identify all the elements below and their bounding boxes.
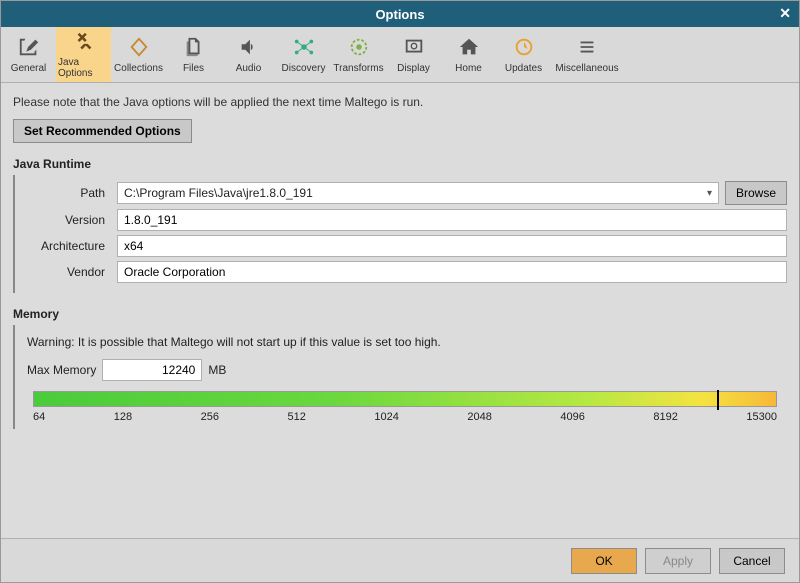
- tab-label: Collections: [114, 63, 163, 74]
- tab-java-options[interactable]: Java Options: [56, 27, 111, 82]
- tick: 256: [201, 411, 219, 423]
- memory-section: Warning: It is possible that Maltego wil…: [13, 325, 787, 429]
- tab-label: Discovery: [282, 63, 326, 74]
- close-icon[interactable]: ✕: [779, 5, 791, 22]
- tab-updates[interactable]: Updates: [496, 27, 551, 82]
- tab-home[interactable]: Home: [441, 27, 496, 82]
- tab-label: Display: [397, 63, 430, 74]
- arch-field[interactable]: [117, 235, 787, 257]
- path-label: Path: [23, 186, 111, 200]
- tick: 64: [33, 411, 45, 423]
- tick: 512: [288, 411, 306, 423]
- window-title: Options: [375, 7, 424, 22]
- tab-transforms[interactable]: Transforms: [331, 27, 386, 82]
- tick: 15300: [746, 411, 777, 423]
- home-icon: [458, 35, 480, 59]
- gear-icon: [348, 35, 370, 59]
- tools-icon: [73, 31, 95, 53]
- tab-files[interactable]: Files: [166, 27, 221, 82]
- runtime-section: Path C:\Program Files\Java\jre1.8.0_191 …: [13, 175, 787, 293]
- tab-label: Audio: [236, 63, 262, 74]
- browse-button[interactable]: Browse: [725, 181, 787, 205]
- max-memory-input[interactable]: [102, 359, 202, 381]
- max-memory-label: Max Memory: [27, 363, 96, 377]
- memory-unit: MB: [208, 363, 226, 377]
- files-icon: [183, 35, 205, 59]
- version-label: Version: [23, 213, 111, 227]
- tab-label: Transforms: [333, 63, 383, 74]
- tick: 128: [114, 411, 132, 423]
- display-icon: [403, 35, 425, 59]
- tick: 2048: [467, 411, 491, 423]
- tab-general[interactable]: General: [1, 27, 56, 82]
- note-text: Please note that the Java options will b…: [13, 95, 787, 109]
- footer: OK Apply Cancel: [1, 538, 799, 582]
- titlebar: Options ✕: [1, 1, 799, 27]
- memory-slider[interactable]: [33, 391, 777, 407]
- memory-warning: Warning: It is possible that Maltego wil…: [27, 335, 787, 349]
- version-field[interactable]: [117, 209, 787, 231]
- apply-button[interactable]: Apply: [645, 548, 711, 574]
- set-recommended-button[interactable]: Set Recommended Options: [13, 119, 192, 143]
- network-icon: [293, 35, 315, 59]
- content-panel: Please note that the Java options will b…: [1, 83, 799, 538]
- tab-display[interactable]: Display: [386, 27, 441, 82]
- tick: 4096: [560, 411, 584, 423]
- tab-label: Miscellaneous: [555, 63, 618, 74]
- path-select[interactable]: C:\Program Files\Java\jre1.8.0_191 ▾: [117, 182, 719, 204]
- cancel-button[interactable]: Cancel: [719, 548, 785, 574]
- tab-audio[interactable]: Audio: [221, 27, 276, 82]
- vendor-label: Vendor: [23, 265, 111, 279]
- memory-title: Memory: [13, 307, 787, 321]
- tick: 1024: [374, 411, 398, 423]
- tab-label: Home: [455, 63, 482, 74]
- wrench-icon: [18, 35, 40, 59]
- diamond-icon: [128, 35, 150, 59]
- tab-miscellaneous[interactable]: Miscellaneous: [551, 27, 623, 82]
- update-icon: [513, 35, 535, 59]
- slider-ticks: 64 128 256 512 1024 2048 4096 8192 15300: [33, 411, 777, 423]
- speaker-icon: [238, 35, 260, 59]
- tab-collections[interactable]: Collections: [111, 27, 166, 82]
- chevron-down-icon: ▾: [707, 188, 712, 199]
- tab-label: Java Options: [58, 57, 109, 79]
- tab-label: General: [11, 63, 47, 74]
- slider-thumb[interactable]: [717, 390, 719, 410]
- arch-label: Architecture: [23, 239, 111, 253]
- runtime-title: Java Runtime: [13, 157, 787, 171]
- list-icon: [576, 35, 598, 59]
- tab-discovery[interactable]: Discovery: [276, 27, 331, 82]
- tab-label: Updates: [505, 63, 542, 74]
- toolbar: General Java Options Collections Files A…: [1, 27, 799, 83]
- tick: 8192: [653, 411, 677, 423]
- path-value: C:\Program Files\Java\jre1.8.0_191: [124, 186, 313, 200]
- tab-label: Files: [183, 63, 204, 74]
- ok-button[interactable]: OK: [571, 548, 637, 574]
- options-window: Options ✕ General Java Options Collectio…: [0, 0, 800, 583]
- vendor-field[interactable]: [117, 261, 787, 283]
